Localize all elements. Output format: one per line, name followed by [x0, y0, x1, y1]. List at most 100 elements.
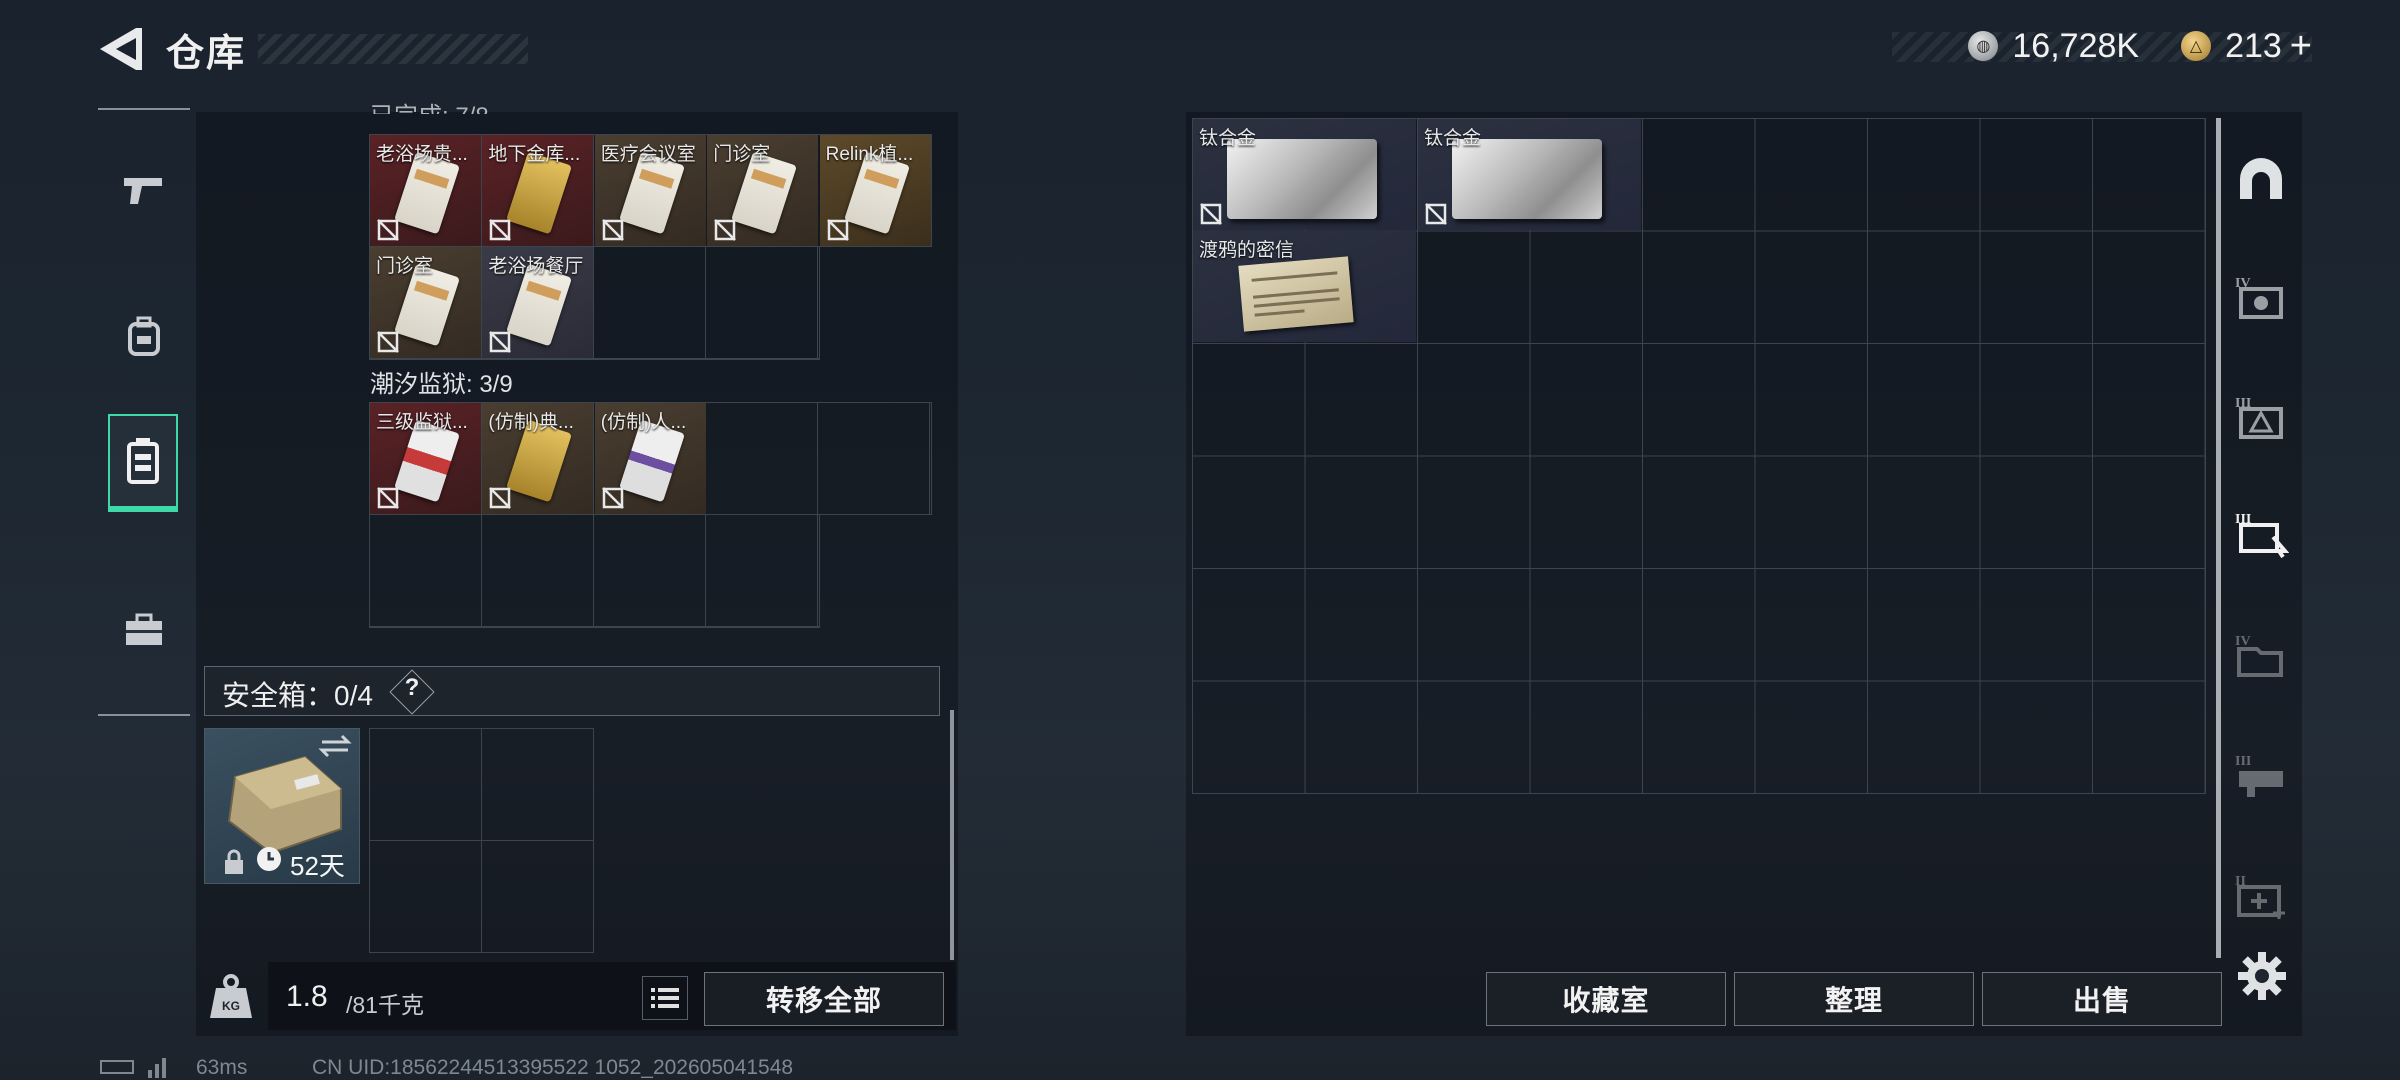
section1-label-cut: 已完成: 7/8: [370, 96, 489, 114]
currency-primary-value: 16,728K: [2012, 26, 2140, 65]
safebox-label: 安全箱：0/4: [222, 680, 373, 711]
stash-item-letter[interactable]: 渡鸦的密信: [1193, 231, 1416, 342]
back-arrow-icon[interactable]: [96, 24, 144, 74]
nav-backpack[interactable]: [98, 290, 190, 382]
keycard-item[interactable]: Relink植...: [819, 135, 931, 246]
currency-secondary-value: 213: [2225, 26, 2282, 65]
help-button[interactable]: ?: [396, 674, 428, 702]
backpack-icon: [128, 316, 160, 356]
tab-tier-ii-medkit[interactable]: II: [2232, 866, 2290, 924]
stash-item-name: 钛合金: [1199, 128, 1257, 149]
tier-iv-case-icon: IV: [2235, 276, 2283, 319]
no-transfer-icon: [377, 487, 399, 509]
stash-item-ingot-1[interactable]: 钛合金: [1193, 119, 1416, 230]
keycard-name: (仿制)典...: [488, 412, 574, 433]
svg-text:III: III: [2235, 754, 2251, 769]
keycard-name: 三级监狱...: [376, 412, 468, 433]
swap-icon[interactable]: [318, 734, 352, 758]
toolbox-icon: [126, 613, 162, 645]
nav-toolbox[interactable]: [98, 584, 190, 676]
keycard-item[interactable]: 老浴场餐厅: [482, 247, 594, 359]
no-transfer-icon: [1200, 203, 1222, 225]
tier-iv-folder-icon: IV: [2235, 634, 2283, 677]
safebox-days: 52天: [290, 851, 345, 881]
ping-text: 63ms: [196, 1056, 248, 1079]
svg-text:IV: IV: [2235, 634, 2251, 649]
keycard-item[interactable]: 医疗会议室: [594, 135, 706, 246]
list-icon: [651, 988, 679, 1008]
nav-weapons[interactable]: [98, 144, 190, 236]
no-transfer-icon: [377, 219, 399, 241]
page-title: 仓库: [166, 33, 247, 75]
tier-iii-tool-icon: III: [2235, 754, 2283, 797]
no-transfer-icon: [601, 487, 624, 509]
keycard-name: Relink植...: [825, 144, 914, 165]
no-transfer-icon: [714, 219, 737, 241]
keycard-item[interactable]: 老浴场贵...: [370, 135, 481, 246]
keycard-name: 门诊室: [713, 144, 771, 165]
no-transfer-icon: [1425, 203, 1447, 225]
weight-icon-text: KG: [222, 999, 240, 1013]
keycard-item[interactable]: 门诊室: [707, 135, 819, 246]
nav-storage[interactable]: [108, 414, 178, 512]
title-stripe-decoration: [258, 34, 528, 64]
weight-current: 1.8: [286, 980, 328, 1013]
keycard-item[interactable]: 三级监狱...: [370, 403, 481, 514]
tab-tier-iv-case[interactable]: IV: [2232, 268, 2290, 326]
locker-icon: [127, 438, 159, 484]
pistol-icon: [124, 178, 162, 204]
no-transfer-icon: [377, 331, 399, 354]
tab-arch[interactable]: [2232, 150, 2290, 208]
no-transfer-icon: [489, 487, 512, 509]
sell-button[interactable]: 出售: [1982, 972, 2222, 1026]
lock-icon: [225, 849, 243, 874]
tier-ii-medkit-icon: II: [2235, 874, 2285, 919]
add-currency-button[interactable]: +: [2290, 25, 2312, 68]
keycard-name: 医疗会议室: [600, 144, 696, 165]
titanium-ingot-icon: [1227, 139, 1377, 219]
left-nav: [98, 108, 190, 716]
keycard-name: 老浴场贵...: [376, 144, 468, 165]
collection-room-button[interactable]: 收藏室: [1486, 972, 1726, 1026]
no-transfer-icon: [489, 219, 512, 241]
keycard-item[interactable]: (仿制)人...: [594, 403, 706, 514]
tab-tier-iii-keycard-case[interactable]: III: [2232, 504, 2290, 562]
settings-gear-icon[interactable]: [2236, 950, 2288, 1002]
safebox-grid: [369, 728, 594, 953]
stash-item-ingot-2[interactable]: 钛合金: [1418, 119, 1641, 230]
keycard-item[interactable]: 地下金库...: [482, 135, 594, 246]
triangle-coin-icon: △: [2181, 31, 2212, 61]
no-transfer-icon: [826, 219, 849, 241]
weight-icon: KG: [210, 974, 252, 1018]
keycard-grid2-row2: [369, 514, 820, 628]
silver-coin-icon: ◍: [1968, 31, 1999, 61]
tab-tier-iii-tool[interactable]: III: [2232, 746, 2290, 804]
stash-item-name: 渡鸦的密信: [1199, 240, 1295, 261]
uid-text: CN UID:18562244513395522 1052_2026050415…: [312, 1056, 794, 1079]
keycard-item[interactable]: (仿制)典...: [482, 403, 594, 514]
keycard-name: (仿制)人...: [600, 412, 687, 433]
tab-tier-iii-case[interactable]: III: [2232, 388, 2290, 446]
tab-tier-iv-folder[interactable]: IV: [2232, 626, 2290, 684]
organize-button[interactable]: 整理: [1734, 972, 1974, 1026]
battery-icon: [100, 1060, 134, 1074]
list-view-button[interactable]: [642, 976, 688, 1020]
tier-iii-keycard-case-icon: III: [2235, 512, 2289, 559]
stash-scrollbar[interactable]: [2216, 118, 2221, 958]
raven-letter-icon: [1238, 256, 1354, 332]
weight-max: /81千克: [346, 992, 424, 1018]
tier-iii-case-icon: III: [2235, 396, 2283, 439]
left-scrollbar[interactable]: [950, 710, 954, 960]
keycard-name: 门诊室: [376, 256, 434, 278]
no-transfer-icon: [489, 331, 512, 354]
clock-icon: [257, 847, 281, 871]
signal-icon: [148, 1058, 166, 1078]
arch-icon: [2240, 158, 2282, 199]
section2-label: 潮汐监狱: 3/9: [370, 371, 513, 398]
keycard-name: 地下金库...: [488, 144, 581, 165]
keycard-item[interactable]: 门诊室: [370, 247, 481, 359]
transfer-all-button[interactable]: 转移全部: [704, 972, 944, 1026]
titanium-ingot-icon: [1452, 139, 1602, 219]
currency-bar: ◍ 16,728K △ 213 +: [1968, 25, 2312, 68]
stash-item-name: 钛合金: [1424, 128, 1482, 149]
